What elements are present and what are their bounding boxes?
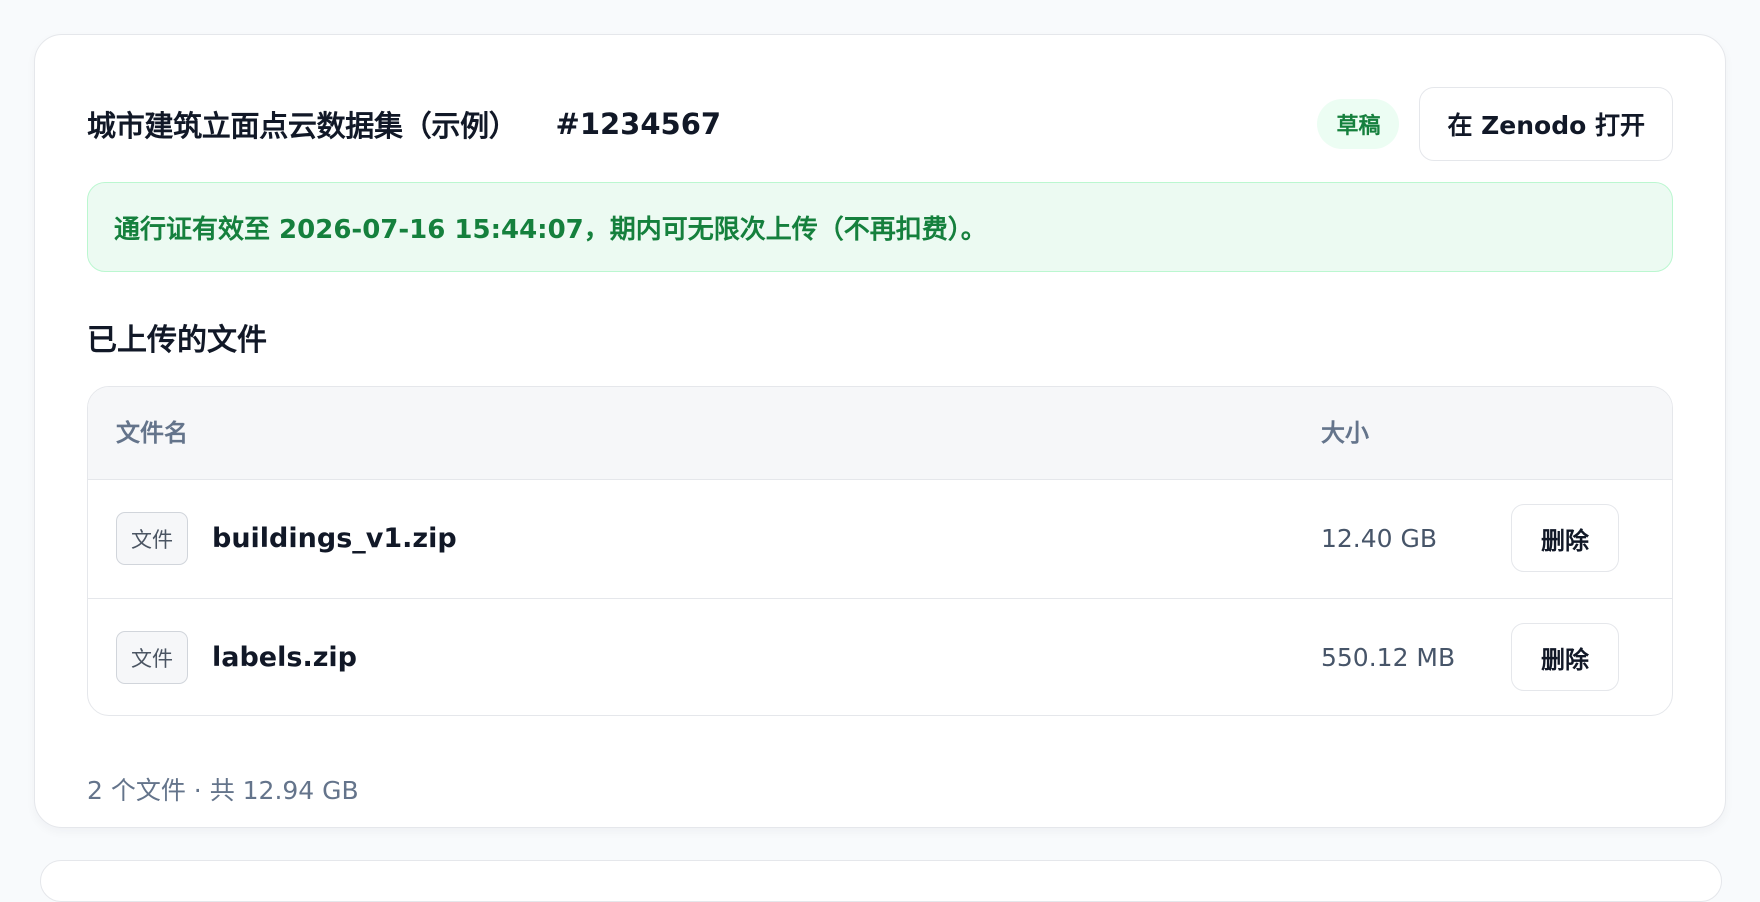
size-column-header: 大小 (1321, 419, 1369, 447)
record-id: #1234567 (555, 107, 722, 141)
files-summary: 2 个文件 · 共 12.94 GB (87, 776, 359, 805)
table-row: 文件 labels.zip 550.12 MB 删除 (88, 599, 1672, 715)
delete-file-button[interactable]: 删除 (1511, 504, 1619, 572)
file-name: labels.zip (212, 642, 357, 673)
file-size: 12.40 GB (1321, 524, 1438, 553)
filename-column-header: 文件名 (116, 419, 188, 447)
pass-validity-banner: 通行证有效至 2026-07-16 15:44:07，期内可无限次上传（不再扣费… (87, 182, 1673, 272)
delete-file-button[interactable]: 删除 (1511, 623, 1619, 691)
record-title: 城市建筑立面点云数据集（示例） (87, 109, 518, 143)
status-badge: 草稿 (1317, 99, 1400, 149)
file-type-tag: 文件 (116, 512, 188, 565)
uploaded-files-title: 已上传的文件 (87, 323, 267, 358)
file-type-tag: 文件 (116, 631, 188, 684)
uploaded-files-table: 文件名 大小 文件 buildings_v1.zip 12.40 GB 删除 文… (87, 386, 1673, 716)
table-row: 文件 buildings_v1.zip 12.40 GB 删除 (88, 480, 1672, 599)
file-size: 550.12 MB (1321, 643, 1456, 672)
upload-record-card: 城市建筑立面点云数据集（示例） #1234567 草稿 在 Zenodo 打开 … (34, 34, 1726, 828)
table-header: 文件名 大小 (88, 387, 1672, 480)
file-name: buildings_v1.zip (212, 523, 457, 554)
open-in-zenodo-button[interactable]: 在 Zenodo 打开 (1419, 87, 1673, 161)
record-header: 城市建筑立面点云数据集（示例） #1234567 草稿 在 Zenodo 打开 (87, 87, 1673, 161)
next-card-edge (40, 860, 1722, 902)
